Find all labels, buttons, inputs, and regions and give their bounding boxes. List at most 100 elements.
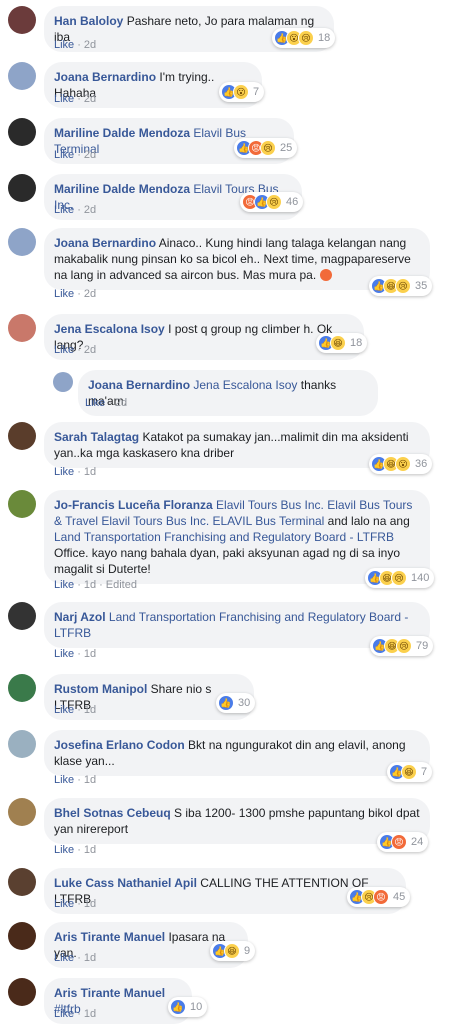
- reactions-summary[interactable]: 👍 😆 18: [316, 333, 368, 353]
- reaction-count: 36: [415, 458, 428, 470]
- reactions-summary[interactable]: 👍 30: [216, 693, 256, 713]
- reactions-summary[interactable]: 👍 😢 😡 45: [347, 887, 411, 907]
- avatar[interactable]: [8, 868, 36, 896]
- timestamp[interactable]: 2d: [84, 288, 96, 300]
- avatar[interactable]: [8, 922, 36, 950]
- mention-link[interactable]: Land Transportation Franchising and Regu…: [54, 610, 408, 640]
- like-link[interactable]: Like: [54, 579, 74, 591]
- comment-author[interactable]: Han Baloloy: [54, 14, 123, 28]
- timestamp[interactable]: 2d: [84, 93, 96, 105]
- avatar[interactable]: [8, 978, 36, 1006]
- comment-author[interactable]: Aris Tirante Manuel: [54, 930, 165, 944]
- haha-reaction-icon: 😆: [330, 335, 346, 351]
- like-link[interactable]: Like: [54, 898, 74, 910]
- timestamp[interactable]: 1d: [84, 898, 96, 910]
- comment-meta: Like · 1d: [54, 952, 97, 964]
- timestamp[interactable]: 1d: [84, 466, 96, 478]
- reactions-summary[interactable]: 👍 😡 24: [377, 832, 429, 852]
- comment-author[interactable]: Joana Bernardino: [54, 236, 156, 250]
- avatar[interactable]: [8, 730, 36, 758]
- like-link[interactable]: Like: [54, 704, 74, 716]
- comment-author[interactable]: Rustom Manipol: [54, 682, 147, 696]
- avatar[interactable]: [8, 314, 36, 342]
- like-link[interactable]: Like: [54, 149, 74, 161]
- reaction-count: 35: [415, 280, 428, 292]
- like-link[interactable]: Like: [54, 39, 74, 51]
- reactions-summary[interactable]: 👍 😆 😢 35: [369, 276, 433, 296]
- comment-meta: Like · 1d: [54, 774, 97, 786]
- comment-meta: Like · 1d: [54, 466, 97, 478]
- timestamp[interactable]: 2d: [84, 149, 96, 161]
- comment-author[interactable]: Aris Tirante Manuel: [54, 986, 165, 1000]
- avatar[interactable]: [8, 6, 36, 34]
- reaction-count: 9: [244, 945, 251, 957]
- like-link[interactable]: Like: [54, 1008, 74, 1020]
- timestamp[interactable]: 2d: [84, 204, 96, 216]
- like-link[interactable]: Like: [54, 952, 74, 964]
- mention-link[interactable]: Jena Escalona Isoy: [190, 378, 297, 392]
- timestamp[interactable]: 1d: [84, 774, 96, 786]
- like-link[interactable]: Like: [54, 204, 74, 216]
- sad-reaction-icon: 😢: [391, 570, 407, 586]
- comment-author[interactable]: Sarah Talagtag: [54, 430, 139, 444]
- timestamp[interactable]: 2d: [115, 397, 127, 409]
- comment-author[interactable]: Jo-Francis Luceña Floranza: [54, 498, 213, 512]
- comment-author[interactable]: Luke Cass Nathaniel Apil: [54, 876, 197, 890]
- reactions-summary[interactable]: 👍 😆 😢 79: [370, 636, 434, 656]
- mention-link[interactable]: Land Transportation Franchising and Regu…: [54, 530, 394, 544]
- reactions-summary[interactable]: 👍 😆 9: [210, 941, 256, 961]
- like-link[interactable]: Like: [54, 774, 74, 786]
- avatar[interactable]: [8, 228, 36, 256]
- avatar[interactable]: [8, 490, 36, 518]
- comment-author[interactable]: Mariline Dalde Mendoza: [54, 126, 190, 140]
- timestamp[interactable]: 1d: [84, 648, 96, 660]
- avatar[interactable]: [53, 372, 73, 392]
- timestamp[interactable]: 1d: [84, 579, 96, 591]
- timestamp[interactable]: 1d: [84, 844, 96, 856]
- avatar[interactable]: [8, 62, 36, 90]
- like-link[interactable]: Like: [85, 397, 105, 409]
- reaction-count: 79: [416, 640, 429, 652]
- edited-label[interactable]: Edited: [106, 579, 137, 591]
- reaction-count: 10: [190, 1001, 203, 1013]
- reactions-summary[interactable]: 👍 😆 😢 140: [365, 568, 435, 588]
- reactions-summary[interactable]: 👍 😆 7: [387, 762, 433, 782]
- comment-author[interactable]: Josefina Erlano Codon: [54, 738, 185, 752]
- comment-author[interactable]: Jena Escalona Isoy: [54, 322, 165, 336]
- like-link[interactable]: Like: [54, 288, 74, 300]
- reactions-summary[interactable]: 👍 😡 😢 25: [234, 138, 298, 158]
- comment-author[interactable]: Joana Bernardino: [88, 378, 190, 392]
- reactions-summary[interactable]: 👍 😮 😢 18: [272, 28, 336, 48]
- like-link[interactable]: Like: [54, 93, 74, 105]
- timestamp[interactable]: 2d: [84, 344, 96, 356]
- avatar[interactable]: [8, 798, 36, 826]
- avatar[interactable]: [8, 674, 36, 702]
- comment-meta: Like · 2d: [54, 204, 97, 216]
- comment-author[interactable]: Bhel Sotnas Cebeuq: [54, 806, 171, 820]
- like-link[interactable]: Like: [54, 344, 74, 356]
- timestamp[interactable]: 1d: [84, 1008, 96, 1020]
- avatar[interactable]: [8, 602, 36, 630]
- comment-author[interactable]: Joana Bernardino: [54, 70, 156, 84]
- comment-author[interactable]: Narj Azol: [54, 610, 106, 624]
- reactions-summary[interactable]: 👍 10: [168, 997, 208, 1017]
- reaction-count: 18: [318, 32, 331, 44]
- comment-author[interactable]: Mariline Dalde Mendoza: [54, 182, 190, 196]
- comment-meta: Like · 2d: [54, 149, 97, 161]
- like-link[interactable]: Like: [54, 648, 74, 660]
- timestamp[interactable]: 1d: [84, 952, 96, 964]
- avatar[interactable]: [8, 422, 36, 450]
- reactions-summary[interactable]: 👍 😆 😮 36: [369, 454, 433, 474]
- reactions-summary[interactable]: 😡 👍 😢 46: [240, 192, 304, 212]
- like-link[interactable]: Like: [54, 466, 74, 478]
- angry-emoji-icon: [319, 269, 332, 281]
- reactions-summary[interactable]: 👍 😮 7: [219, 82, 265, 102]
- sad-reaction-icon: 😢: [266, 194, 282, 210]
- reaction-count: 18: [350, 337, 363, 349]
- like-link[interactable]: Like: [54, 844, 74, 856]
- avatar[interactable]: [8, 174, 36, 202]
- timestamp[interactable]: 2d: [84, 39, 96, 51]
- avatar[interactable]: [8, 118, 36, 146]
- like-reaction-icon: 👍: [218, 695, 234, 711]
- timestamp[interactable]: 1d: [84, 704, 96, 716]
